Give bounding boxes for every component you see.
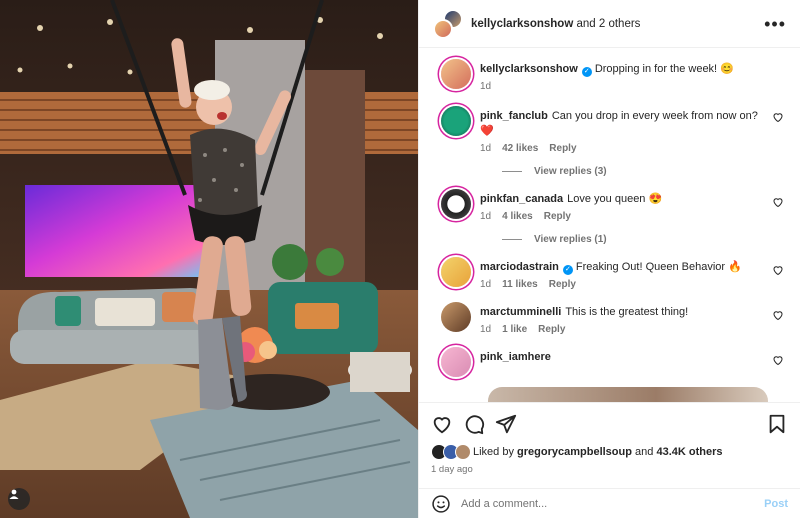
comment-item: pink_fanclub Can you drop in every week f… [431, 92, 788, 154]
avatar[interactable] [441, 302, 471, 332]
comment-image[interactable] [488, 387, 768, 402]
comment-time: 1d [480, 211, 492, 222]
collab-avatars[interactable] [433, 8, 463, 39]
liker-avatars [431, 444, 473, 460]
comment-username[interactable]: kellyclarksonshow [480, 63, 578, 75]
reply-button[interactable]: Reply [549, 279, 576, 290]
comment-text: Dropping in for the week! 😊 [594, 63, 734, 75]
verified-icon: ✓ [581, 67, 592, 77]
comment-text: This is the greatest thing! [565, 306, 689, 318]
comment-username[interactable]: marctumminelli [480, 306, 561, 318]
like-comment-icon[interactable] [772, 264, 784, 276]
comment-item: marciodastrain ✓ Freaking Out! Queen Behav… [431, 245, 788, 290]
reply-button[interactable]: Reply [549, 143, 576, 154]
comment-text: Freaking Out! Queen Behavior 🔥 [575, 261, 742, 273]
photo-illustration [0, 0, 418, 518]
like-comment-icon[interactable] [772, 309, 784, 321]
save-icon[interactable] [766, 413, 788, 435]
avatar [433, 18, 453, 39]
heart-icon[interactable] [431, 413, 453, 435]
view-replies-button[interactable]: View replies (3) [502, 166, 788, 177]
comment-time: 1d [480, 279, 492, 290]
view-replies-button[interactable]: View replies (1) [502, 234, 788, 245]
post-modal: kellyclarksonshow and 2 others ••• kelly… [0, 0, 800, 518]
comment-username[interactable]: pinkfan_canada [480, 193, 563, 205]
collaborators-link[interactable]: and 2 others [576, 18, 640, 30]
comment-icon[interactable] [463, 413, 485, 435]
owner-username[interactable]: kellyclarksonshow [471, 18, 573, 30]
post-photo[interactable] [0, 0, 418, 518]
comment-likes[interactable]: 1 like [502, 324, 527, 335]
view-replies-label: View replies (3) [534, 166, 607, 177]
avatar[interactable] [441, 189, 471, 219]
comment-time: 1d [480, 81, 492, 92]
user-icon [9, 489, 19, 499]
divider [502, 171, 522, 172]
post-actions: Liked by gregorycampbellsoup and 43.4K o… [419, 402, 800, 475]
divider [502, 239, 522, 240]
comment-text: Love you queen 😍 [567, 193, 663, 205]
reply-button[interactable]: Reply [538, 324, 565, 335]
avatar [455, 444, 471, 460]
emoji-icon[interactable] [431, 494, 451, 514]
comment-item: marctumminelli This is the greatest thing… [431, 290, 788, 335]
likes-and: and [635, 446, 654, 458]
post-comment-button[interactable]: Post [764, 498, 788, 510]
avatar[interactable] [441, 106, 471, 136]
like-comment-icon[interactable] [772, 354, 784, 366]
more-options-button[interactable]: ••• [764, 15, 786, 33]
comments-list[interactable]: kellyclarksonshow ✓ Dropping in for the we… [419, 49, 800, 402]
comment-likes[interactable]: 4 likes [502, 211, 533, 222]
avatar[interactable] [441, 257, 471, 287]
likes-summary: Liked by gregorycampbellsoup and 43.4K o… [431, 444, 788, 460]
caption: kellyclarksonshow ✓ Dropping in for the we… [431, 49, 788, 92]
likes-count-link[interactable]: 43.4K others [656, 446, 722, 458]
comment-username[interactable]: pink_iamhere [480, 351, 551, 363]
share-icon[interactable] [495, 413, 517, 435]
comment-username[interactable]: pink_fanclub [480, 110, 548, 122]
likes-prefix: Liked by [473, 446, 514, 458]
liker-username[interactable]: gregorycampbellsoup [517, 446, 632, 458]
verified-icon: ✓ [562, 265, 573, 275]
view-replies-label: View replies (1) [534, 234, 607, 245]
comment-item: pinkfan_canada Love you queen 😍 1d 4 like… [431, 177, 788, 222]
add-comment-bar: Post [419, 488, 800, 518]
comment-input[interactable] [461, 497, 765, 510]
post-timestamp[interactable]: 1 day ago [431, 464, 788, 475]
post-authors: kellyclarksonshow and 2 others [471, 18, 640, 30]
comment-likes[interactable]: 42 likes [502, 143, 538, 154]
action-bar [431, 413, 788, 435]
post-header: kellyclarksonshow and 2 others ••• [419, 0, 800, 48]
like-comment-icon[interactable] [772, 196, 784, 208]
tagged-user-button[interactable] [8, 488, 30, 510]
reply-button[interactable]: Reply [544, 211, 571, 222]
post-side-panel: kellyclarksonshow and 2 others ••• kelly… [418, 0, 800, 518]
like-comment-icon[interactable] [772, 111, 784, 123]
comment-likes[interactable]: 11 likes [502, 279, 538, 290]
comment-username[interactable]: marciodastrain [480, 261, 559, 273]
comment-item: pink_iamhere [431, 335, 788, 377]
comment-time: 1d [480, 324, 492, 335]
comment-time: 1d [480, 143, 492, 154]
avatar[interactable] [441, 59, 471, 89]
avatar[interactable] [441, 347, 471, 377]
